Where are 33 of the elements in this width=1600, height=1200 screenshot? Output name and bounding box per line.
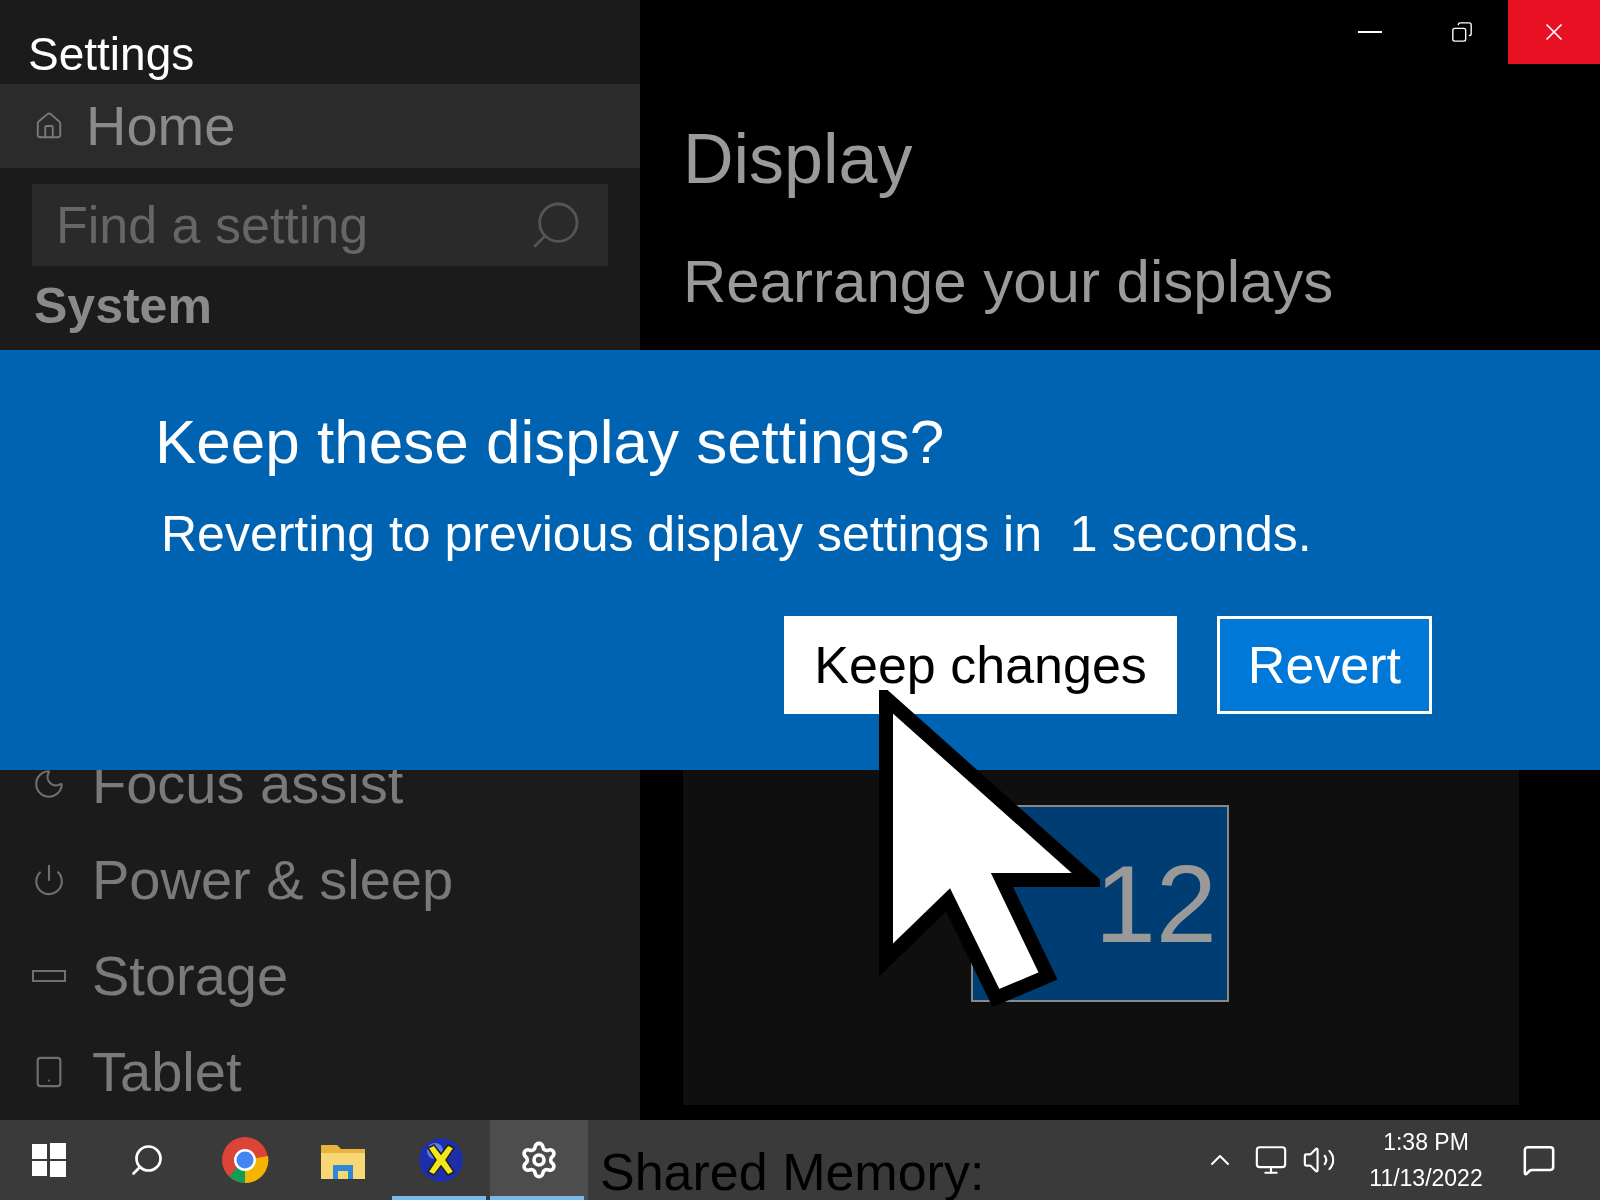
moon-icon xyxy=(32,767,66,801)
sidebar-item[interactable]: Storage xyxy=(0,928,640,1024)
sidebar-item[interactable]: Tablet xyxy=(0,1024,640,1120)
home-item[interactable]: Home xyxy=(0,84,640,168)
gear-icon xyxy=(519,1140,559,1180)
revert-button[interactable]: Revert xyxy=(1216,616,1432,714)
chrome-logo-icon xyxy=(221,1136,269,1184)
clock[interactable]: 1:38 PM 11/13/2022 xyxy=(1356,1124,1496,1196)
keep-changes-button[interactable]: Keep changes xyxy=(784,616,1177,714)
monitor-number: 2 xyxy=(1155,848,1217,959)
minimize-icon xyxy=(1358,31,1382,33)
page-title: Display xyxy=(683,119,914,200)
search-input[interactable]: Find a setting xyxy=(56,186,528,264)
clock-time: 1:38 PM xyxy=(1383,1128,1469,1157)
section-subtitle: Rearrange your displays xyxy=(683,247,1335,317)
cross-ball-icon xyxy=(418,1137,464,1183)
window-title: Settings xyxy=(27,27,196,82)
home-icon xyxy=(34,111,64,141)
dialog-message: Reverting to previous display settings in 1 seconds. xyxy=(160,505,1313,564)
sidebar-item[interactable]: Power & sleep xyxy=(0,832,640,928)
taskbar-button[interactable] xyxy=(490,1120,588,1200)
windows-logo-icon xyxy=(32,1143,66,1177)
search-icon xyxy=(129,1142,165,1178)
restore-icon xyxy=(1451,21,1473,43)
monitor-number: 1 xyxy=(1094,848,1156,959)
power-icon xyxy=(32,863,66,897)
dialog-title: Keep these display settings? xyxy=(155,406,946,478)
notifications-icon[interactable] xyxy=(1522,1143,1556,1177)
drive-icon xyxy=(32,970,66,982)
network-icon[interactable] xyxy=(1254,1143,1288,1177)
section-heading: System xyxy=(33,277,213,336)
clock-date: 11/13/2022 xyxy=(1369,1164,1483,1193)
search-field[interactable]: Find a setting xyxy=(32,184,608,266)
